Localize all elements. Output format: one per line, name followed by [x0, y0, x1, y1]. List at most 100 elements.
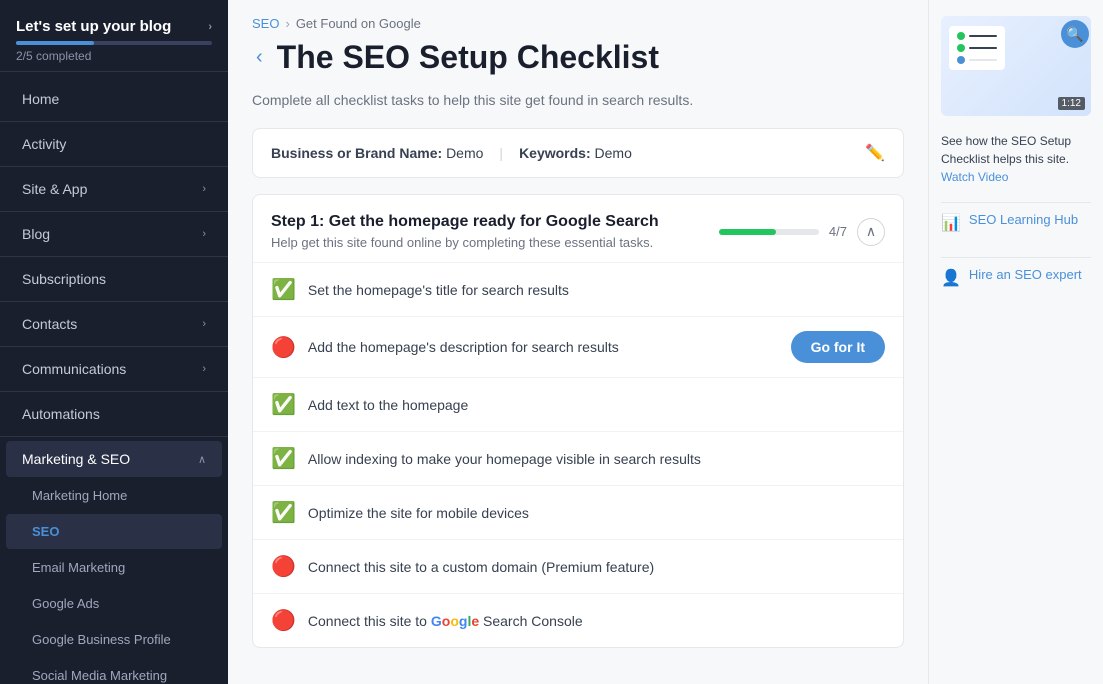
watch-video-link[interactable]: Watch Video [941, 170, 1008, 184]
seo-hub-icon: 📊 [941, 213, 961, 233]
task-label-text: Add text to the homepage [308, 397, 885, 413]
step-title-block: Step 1: Get the homepage ready for Googl… [271, 213, 659, 250]
sidebar-item-google-ads[interactable]: Google Ads [6, 586, 222, 621]
info-bar: Business or Brand Name: Demo | Keywords:… [252, 128, 904, 178]
sidebar-item-social-media[interactable]: Social Media Marketing [6, 658, 222, 684]
task-label-mobile: Optimize the site for mobile devices [308, 505, 885, 521]
page-subtitle: Complete all checklist tasks to help thi… [228, 92, 928, 128]
breadcrumb-current: Get Found on Google [296, 16, 421, 31]
chevron-communications: › [202, 363, 206, 375]
seo-hub-link-item: 📊 SEO Learning Hub [941, 202, 1091, 241]
sidebar-item-google-business[interactable]: Google Business Profile [6, 622, 222, 657]
sidebar-label-blog: Blog [22, 226, 50, 242]
chevron-marketing-seo: ∧ [198, 453, 206, 466]
video-duration: 1:12 [1058, 97, 1085, 110]
video-thumbnail[interactable]: 🔍 1:12 [941, 16, 1091, 116]
go-for-it-button[interactable]: Go for It [791, 331, 885, 363]
breadcrumb-separator: › [285, 16, 289, 31]
sidebar-item-site-app[interactable]: Site & App › [6, 171, 222, 207]
chevron-blog: › [202, 228, 206, 240]
business-name-field: Business or Brand Name: Demo [271, 145, 483, 161]
sidebar-label-marketing-seo: Marketing & SEO [22, 451, 130, 467]
sidebar-label-site-app: Site & App [22, 181, 87, 197]
sidebar-item-activity[interactable]: Activity [6, 126, 222, 162]
step-header: Step 1: Get the homepage ready for Googl… [253, 195, 903, 262]
sidebar-item-home[interactable]: Home [6, 81, 222, 117]
task-item-description: 🔴 Add the homepage's description for sea… [253, 316, 903, 377]
checklist-line-3 [957, 56, 997, 64]
chevron-contacts: › [202, 318, 206, 330]
progress-bar-bg [16, 41, 212, 45]
sidebar-label-activity: Activity [22, 136, 66, 152]
sidebar-label-email-marketing: Email Marketing [32, 560, 125, 575]
seo-hub-link[interactable]: SEO Learning Hub [969, 211, 1078, 229]
edit-icon[interactable]: ✏️ [865, 143, 885, 163]
task-item-mobile: ✅ Optimize the site for mobile devices [253, 485, 903, 539]
sidebar-item-subscriptions[interactable]: Subscriptions [6, 261, 222, 297]
sidebar-label-contacts: Contacts [22, 316, 77, 332]
task-item-search-console: 🔴 Connect this site to Google Search Con… [253, 593, 903, 647]
keywords-label: Keywords: [519, 145, 591, 161]
breadcrumb-parent[interactable]: SEO [252, 16, 279, 31]
hire-expert-link-item: 👤 Hire an SEO expert [941, 257, 1091, 296]
step-title: Step 1: Get the homepage ready for Googl… [271, 213, 659, 231]
sidebar-label-google-ads: Google Ads [32, 596, 99, 611]
blog-setup-chevron: › [208, 21, 212, 33]
keywords-value: Demo [595, 145, 632, 161]
sidebar-header: Let's set up your blog › 2/5 completed [0, 0, 228, 72]
back-button[interactable]: ‹ [252, 46, 267, 69]
task-label-description: Add the homepage's description for searc… [308, 339, 779, 355]
sidebar-label-seo: SEO [32, 524, 59, 539]
task-label-title: Set the homepage's title for search resu… [308, 282, 885, 298]
sidebar-item-marketing-seo[interactable]: Marketing & SEO ∧ [6, 441, 222, 477]
task-item-title: ✅ Set the homepage's title for search re… [253, 262, 903, 316]
google-logo-text: Google [431, 613, 483, 629]
business-value: Demo [446, 145, 483, 161]
task-label-search-console: Connect this site to Google Search Conso… [308, 613, 885, 629]
sidebar-item-automations[interactable]: Automations [6, 396, 222, 432]
search-console-prefix: Connect this site to [308, 613, 427, 629]
task-icon-ok-indexing: ✅ [271, 446, 296, 471]
step-progress-bar-fill [719, 229, 776, 235]
sidebar-label-automations: Automations [22, 406, 100, 422]
sidebar-item-email-marketing[interactable]: Email Marketing [6, 550, 222, 585]
sidebar-item-seo[interactable]: SEO [6, 514, 222, 549]
check-circle-3 [957, 56, 965, 64]
blog-setup-title[interactable]: Let's set up your blog › [16, 18, 212, 35]
step-toggle-button[interactable]: ∧ [857, 218, 885, 246]
sidebar-label-communications: Communications [22, 361, 126, 377]
check-line-1 [969, 35, 997, 37]
info-bar-left: Business or Brand Name: Demo | Keywords:… [271, 145, 632, 161]
check-circle-1 [957, 32, 965, 40]
right-panel: 🔍 1:12 See how the SEO Setup Checklist h… [928, 0, 1103, 684]
check-line-2 [969, 47, 997, 49]
sidebar-label-marketing-home: Marketing Home [32, 488, 127, 503]
check-line-3 [969, 59, 997, 61]
sidebar-item-communications[interactable]: Communications › [6, 351, 222, 387]
search-icon: 🔍 [1061, 20, 1089, 48]
sidebar-item-blog[interactable]: Blog › [6, 216, 222, 252]
step-progress: 4/7 ∧ [719, 218, 885, 246]
panel-desc-text: See how the SEO Setup Checklist helps th… [941, 134, 1071, 166]
chevron-site-app: › [202, 183, 206, 195]
sidebar-label-social-media: Social Media Marketing [32, 668, 167, 683]
info-separator: | [499, 145, 503, 161]
sidebar-label-google-business: Google Business Profile [32, 632, 171, 647]
search-console-suffix: Search Console [483, 613, 583, 629]
hire-expert-link[interactable]: Hire an SEO expert [969, 266, 1082, 284]
task-item-domain: 🔴 Connect this site to a custom domain (… [253, 539, 903, 593]
sidebar-item-marketing-home[interactable]: Marketing Home [6, 478, 222, 513]
sidebar-item-contacts[interactable]: Contacts › [6, 306, 222, 342]
page-title: The SEO Setup Checklist [277, 39, 659, 76]
panel-description: See how the SEO Setup Checklist helps th… [941, 132, 1091, 186]
task-item-text: ✅ Add text to the homepage [253, 377, 903, 431]
task-icon-err-search-console: 🔴 [271, 608, 296, 633]
step-progress-bar-bg [719, 229, 819, 235]
task-label-domain: Connect this site to a custom domain (Pr… [308, 559, 885, 575]
checklist-line-2 [957, 44, 997, 52]
main-area: SEO › Get Found on Google ‹ The SEO Setu… [228, 0, 1103, 684]
progress-bar-fill [16, 41, 94, 45]
sidebar-nav: Home Activity Site & App › Blog › Subscr… [0, 72, 228, 684]
task-icon-ok-text: ✅ [271, 392, 296, 417]
check-circle-2 [957, 44, 965, 52]
